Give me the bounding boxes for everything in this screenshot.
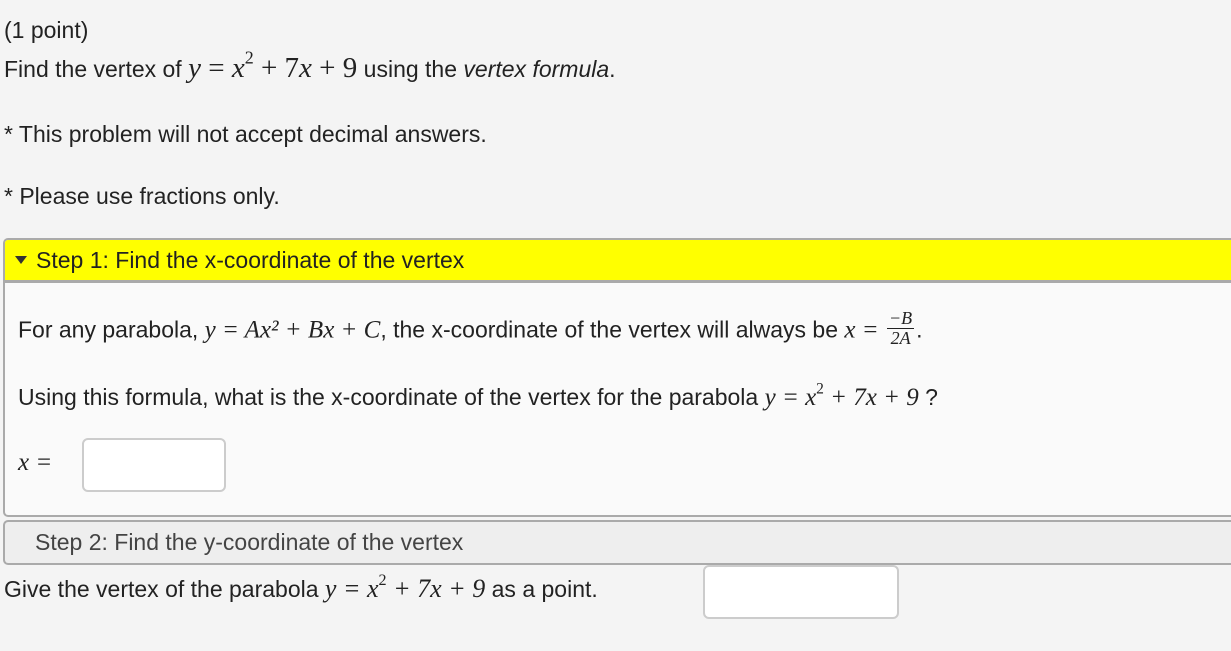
collapse-triangle-icon[interactable] [15, 256, 27, 264]
vertex-formula-fraction: −B 2A [887, 308, 915, 348]
final-equation: y = x2 + 7x + 9 [324, 571, 486, 603]
step1-question-line: Using this formula, what is the x-coordi… [18, 380, 938, 411]
x-coordinate-input[interactable] [82, 438, 226, 492]
vertex-point-input[interactable] [703, 565, 899, 619]
x-answer-label: x = [18, 449, 53, 476]
step2-header[interactable]: Step 2: Find the y-coordinate of the ver… [3, 520, 1231, 565]
question-equation: y = x2 + 7x + 9 [764, 380, 919, 411]
step1-formula-line: For any parabola, y = Ax² + Bx + C, the … [18, 308, 923, 348]
step2-title: Step 2: Find the y-coordinate of the ver… [35, 529, 464, 555]
note-no-decimals: * This problem will not accept decimal a… [4, 121, 487, 147]
prompt-equation: y = x2 + 7x + 9 [188, 47, 358, 84]
step1-header[interactable]: Step 1: Find the x-coordinate of the ver… [5, 240, 1231, 283]
final-question: Give the vertex of the parabola y = x2 +… [4, 571, 598, 603]
note-fractions-only: * Please use fractions only. [4, 183, 280, 209]
points-label: (1 point) [4, 17, 89, 43]
prompt-text: Find the vertex of [4, 56, 189, 82]
general-parabola-equation: y = Ax² + Bx + C [204, 316, 381, 344]
step1-panel: Step 1: Find the x-coordinate of the ver… [3, 238, 1231, 517]
vertex-formula-emphasis: vertex formula [463, 56, 610, 82]
step1-title: Step 1: Find the x-coordinate of the ver… [36, 246, 465, 273]
problem-prompt: Find the vertex of y = x2 + 7x + 9 using… [4, 47, 616, 84]
